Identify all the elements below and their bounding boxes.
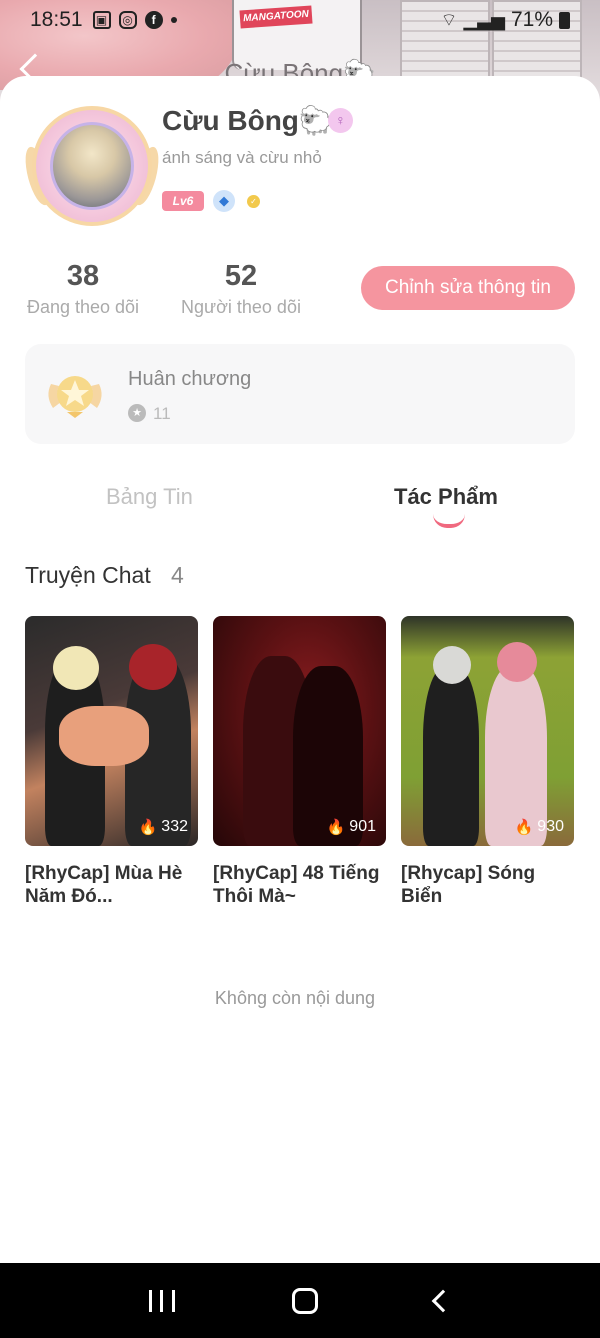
- cover-flowers: [59, 706, 149, 766]
- female-icon: ♀: [328, 108, 353, 133]
- flame-icon: 🔥: [514, 819, 534, 836]
- story-cover: 🔥 901: [213, 616, 386, 846]
- coin-badge-icon[interactable]: ✓: [247, 195, 260, 208]
- story-card[interactable]: 🔥 930 [Rhycap] Sóng Biển: [401, 616, 574, 908]
- followers-count: 52: [224, 260, 258, 292]
- medal-section[interactable]: Huân chương ★ 11: [25, 344, 575, 444]
- wifi-icon: ⌔: [440, 9, 458, 30]
- flame-icon: 🔥: [138, 819, 158, 836]
- battery-icon: [559, 11, 570, 29]
- story-title: [RhyCap] 48 Tiếng Thôi Mà~: [213, 863, 380, 907]
- level-badge[interactable]: Lv6: [162, 191, 204, 211]
- tab-active-indicator: [433, 514, 465, 528]
- recent-apps-icon[interactable]: [148, 1289, 175, 1312]
- profile-card: Cừu Bông🐑 ♀ ánh sáng và cừu nhỏ Lv6 ◆ ✓ …: [0, 76, 600, 1263]
- following-count: 38: [66, 260, 100, 292]
- cover-figure: [433, 646, 471, 684]
- battery-percent: 71%: [510, 8, 553, 31]
- story-title: [RhyCap] Mùa Hè Năm Đó...: [25, 863, 183, 907]
- story-cover: 🔥 930: [401, 616, 574, 846]
- story-card[interactable]: 🔥 901 [RhyCap] 48 Tiếng Thôi Mà~: [213, 616, 386, 908]
- story-card[interactable]: 🔥 332 [RhyCap] Mùa Hè Năm Đó...: [25, 616, 198, 908]
- status-bar: 18:51 ▣ ◎ f ⌔ ▁▃▅ 71%: [0, 0, 600, 40]
- followers-stat[interactable]: 52 Người theo dõi: [178, 260, 304, 318]
- section-title: Truyện Chat: [25, 562, 151, 588]
- instagram-icon: ◎: [118, 11, 137, 29]
- following-label: Đang theo dõi: [26, 297, 140, 317]
- story-title: [Rhycap] Sóng Biển: [401, 863, 536, 907]
- avatar[interactable]: [20, 106, 164, 226]
- avatar-photo: [50, 122, 134, 210]
- gallery-icon: ▣: [92, 11, 111, 29]
- medal-title: Huân chương: [128, 368, 252, 390]
- signal-icon: ▁▃▅: [463, 9, 505, 30]
- section-count: 4: [171, 562, 184, 588]
- medal-icon: [48, 376, 102, 418]
- cover-figure: [53, 646, 99, 690]
- tab-feed[interactable]: Bảng Tin: [106, 484, 193, 510]
- profile-name: Cừu Bông🐑: [162, 105, 334, 136]
- edit-profile-button[interactable]: Chỉnh sửa thông tin: [361, 266, 575, 310]
- star-icon: ★: [128, 404, 146, 422]
- medal-count: 11: [153, 404, 171, 423]
- profile-bio: ánh sáng và cừu nhỏ: [162, 148, 322, 167]
- cover-figure: [129, 644, 177, 690]
- notification-dot-icon: [170, 17, 177, 23]
- story-views: 901: [349, 818, 376, 835]
- following-stat[interactable]: 38 Đang theo dõi: [24, 260, 142, 318]
- back-icon[interactable]: [431, 1289, 455, 1312]
- story-views: 332: [161, 818, 188, 835]
- cover-figure: [497, 642, 537, 682]
- home-icon[interactable]: [291, 1287, 318, 1314]
- diamond-badge-icon[interactable]: ◆: [213, 190, 235, 212]
- status-time: 18:51: [30, 8, 83, 31]
- facebook-icon: f: [144, 11, 163, 29]
- story-views: 930: [537, 818, 564, 835]
- flame-icon: 🔥: [326, 819, 346, 836]
- system-nav-bar: [0, 1263, 600, 1338]
- tab-works[interactable]: Tác Phẩm: [394, 484, 498, 510]
- followers-label: Người theo dõi: [181, 297, 301, 317]
- end-of-content-text: Không còn nội dung: [214, 988, 376, 1008]
- cover-figure: [423, 666, 479, 846]
- story-cover: 🔥 332: [25, 616, 198, 846]
